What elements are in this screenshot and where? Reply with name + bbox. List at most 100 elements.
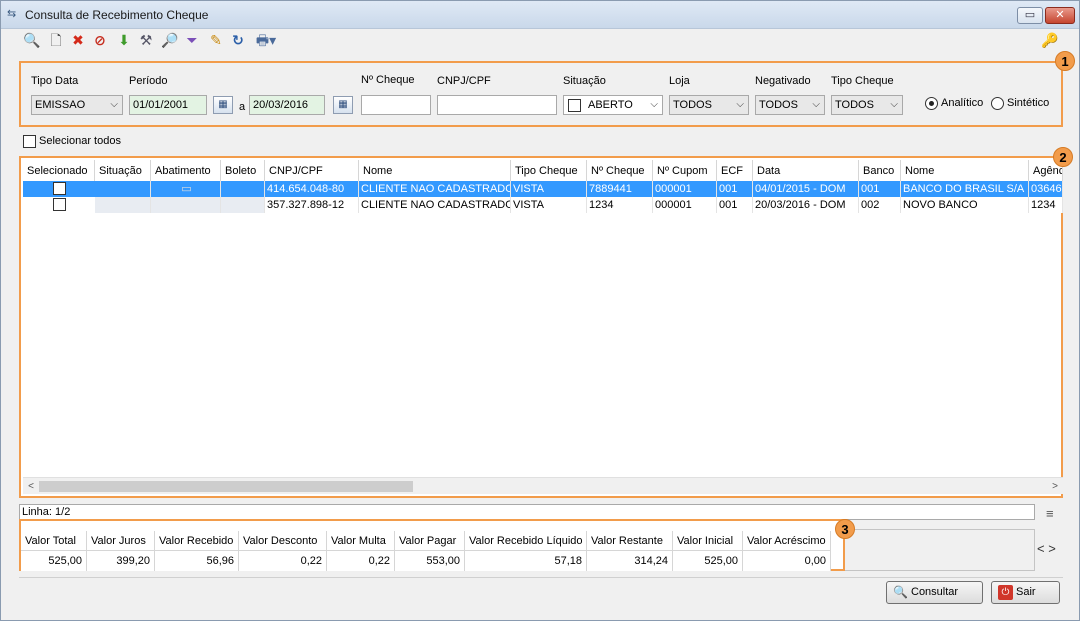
- new-document-icon[interactable]: 🗋: [47, 31, 65, 49]
- window-title: Consulta de Recebimento Cheque: [25, 8, 209, 22]
- column-header[interactable]: Selecionado: [23, 160, 95, 182]
- tipo-data-label: Tipo Data: [31, 75, 79, 87]
- callout-badge-2: 2: [1053, 147, 1073, 167]
- column-header[interactable]: ECF: [717, 160, 753, 182]
- edit-icon[interactable]: ✎: [207, 31, 225, 49]
- scroll-thumb[interactable]: [39, 481, 413, 492]
- total-header: Valor Recebido: [155, 531, 238, 551]
- analitico-radio[interactable]: [925, 97, 938, 110]
- scroll-left-icon[interactable]: <: [23, 478, 39, 495]
- tools-icon[interactable]: ⚒: [137, 31, 155, 49]
- column-header[interactable]: Abatimento: [151, 160, 221, 182]
- column-header[interactable]: Nome: [359, 160, 511, 182]
- date-from-field[interactable]: 01/01/2001: [129, 95, 207, 115]
- cheque-input[interactable]: [361, 95, 431, 115]
- column-header[interactable]: Nº Cupom: [653, 160, 717, 182]
- column-header[interactable]: Nome: [901, 160, 1029, 182]
- cnpj-label: CNPJ/CPF: [437, 75, 491, 87]
- consultar-label: Consultar: [911, 586, 959, 598]
- total-value: 56,96: [206, 555, 234, 567]
- situacao-select[interactable]: ABERTO ⌵: [563, 95, 663, 115]
- cell-cheque: 1234: [587, 197, 653, 213]
- column-header[interactable]: Nº Cheque: [587, 160, 653, 182]
- scroll-right-icon[interactable]: >: [1047, 478, 1063, 495]
- cell-abatimento: [151, 197, 221, 213]
- loja-value: TODOS: [673, 99, 712, 111]
- total-column: Valor Acréscimo 0,00: [743, 531, 831, 571]
- tipo-data-select[interactable]: EMISSAO ⌵: [31, 95, 123, 115]
- cell-cnpj: 357.327.898-12: [265, 197, 359, 213]
- negativado-value: TODOS: [759, 99, 798, 111]
- sintetico-label: Sintético: [1007, 97, 1050, 109]
- edit-search-icon[interactable]: 🔎: [161, 31, 179, 49]
- total-value: 553,00: [426, 555, 460, 567]
- print-icon[interactable]: 🖶▾: [251, 31, 281, 49]
- cell-cupom: 000001: [653, 181, 717, 197]
- cell-ecf: 001: [717, 197, 753, 213]
- tipo-cheque-label: Tipo Cheque: [831, 75, 894, 87]
- filter-panel: Tipo Data EMISSAO ⌵ Período 01/01/2001 ▦…: [19, 61, 1063, 127]
- callout-badge-3: 3: [835, 519, 855, 539]
- app-icon: ⇆: [7, 8, 17, 20]
- situacao-checkbox[interactable]: [568, 99, 581, 112]
- total-header: Valor Restante: [587, 531, 672, 551]
- calendar-icon[interactable]: ▦: [333, 96, 353, 114]
- total-header: Valor Total: [21, 531, 86, 551]
- totals-nav-arrows[interactable]: < >: [1037, 541, 1056, 556]
- search-icon: 🔍: [893, 585, 908, 599]
- situacao-value: ABERTO: [588, 99, 633, 111]
- total-column: Valor Recebido 56,96: [155, 531, 239, 571]
- tipo-cheque-select[interactable]: TODOS ⌵: [831, 95, 903, 115]
- sintetico-radio[interactable]: [991, 97, 1004, 110]
- column-header[interactable]: Boleto: [221, 160, 265, 182]
- filter-icon[interactable]: ⏷: [183, 31, 201, 49]
- download-icon[interactable]: ⬇: [115, 31, 133, 49]
- select-all-checkbox[interactable]: [23, 135, 36, 148]
- column-header[interactable]: Banco: [859, 160, 901, 182]
- situacao-label: Situação: [563, 75, 606, 87]
- table-row[interactable]: ▭ 414.654.048-80 CLIENTE NAO CADASTRADO …: [23, 181, 1063, 197]
- cnpj-input[interactable]: [437, 95, 557, 115]
- close-button[interactable]: ✕: [1045, 7, 1075, 24]
- key-icon[interactable]: 🔑: [1041, 31, 1059, 49]
- cell-nome-banco: BANCO DO BRASIL S/A: [901, 181, 1029, 197]
- negativado-select[interactable]: TODOS ⌵: [755, 95, 825, 115]
- calendar-icon[interactable]: ▦: [213, 96, 233, 114]
- cell-cupom: 000001: [653, 197, 717, 213]
- cell-ecf: 001: [717, 181, 753, 197]
- date-to-field[interactable]: 20/03/2016: [249, 95, 325, 115]
- refresh-icon[interactable]: ↻: [229, 31, 247, 49]
- totals-panel: Valor Total 525,00 Valor Juros 399,20 Va…: [19, 519, 845, 571]
- total-header: Valor Acréscimo: [743, 531, 830, 551]
- cell-banco: 001: [859, 181, 901, 197]
- row-checkbox[interactable]: [53, 198, 66, 211]
- menu-icon[interactable]: ≡: [1046, 506, 1054, 521]
- sair-button[interactable]: ⏻ Sair: [991, 581, 1060, 604]
- chevron-down-icon: ⌵: [110, 99, 118, 110]
- table-row[interactable]: 357.327.898-12 CLIENTE NAO CADASTRADO VI…: [23, 197, 1063, 213]
- column-header[interactable]: Data: [753, 160, 859, 182]
- callout-badge-1: 1: [1055, 51, 1075, 71]
- total-value: 525,00: [48, 555, 82, 567]
- search-icon[interactable]: 🔍: [23, 31, 41, 49]
- select-all-label: Selecionar todos: [39, 135, 121, 147]
- date-separator: a: [239, 101, 246, 113]
- column-header[interactable]: Situação: [95, 160, 151, 182]
- exit-icon: ⏻: [998, 585, 1013, 600]
- abatimento-icon[interactable]: ▭: [151, 181, 221, 197]
- column-header[interactable]: Tipo Cheque: [511, 160, 587, 182]
- total-value: 0,00: [804, 555, 826, 567]
- restore-button[interactable]: ▭: [1017, 7, 1043, 24]
- results-grid: Selecionado Situação Abatimento Boleto C…: [19, 156, 1063, 498]
- row-checkbox[interactable]: [53, 182, 66, 195]
- cell-tipo-cheque: VISTA: [511, 181, 587, 197]
- loja-select[interactable]: TODOS ⌵: [669, 95, 749, 115]
- horizontal-scrollbar[interactable]: < >: [23, 477, 1063, 494]
- total-value: 525,00: [704, 555, 738, 567]
- delete-icon[interactable]: ✖: [69, 31, 87, 49]
- total-header: Valor Multa: [327, 531, 394, 551]
- column-header[interactable]: CNPJ/CPF: [265, 160, 359, 182]
- negativado-label: Negativado: [755, 75, 811, 87]
- cancel-icon[interactable]: ⊘: [91, 31, 109, 49]
- consultar-button[interactable]: 🔍 Consultar: [886, 581, 983, 604]
